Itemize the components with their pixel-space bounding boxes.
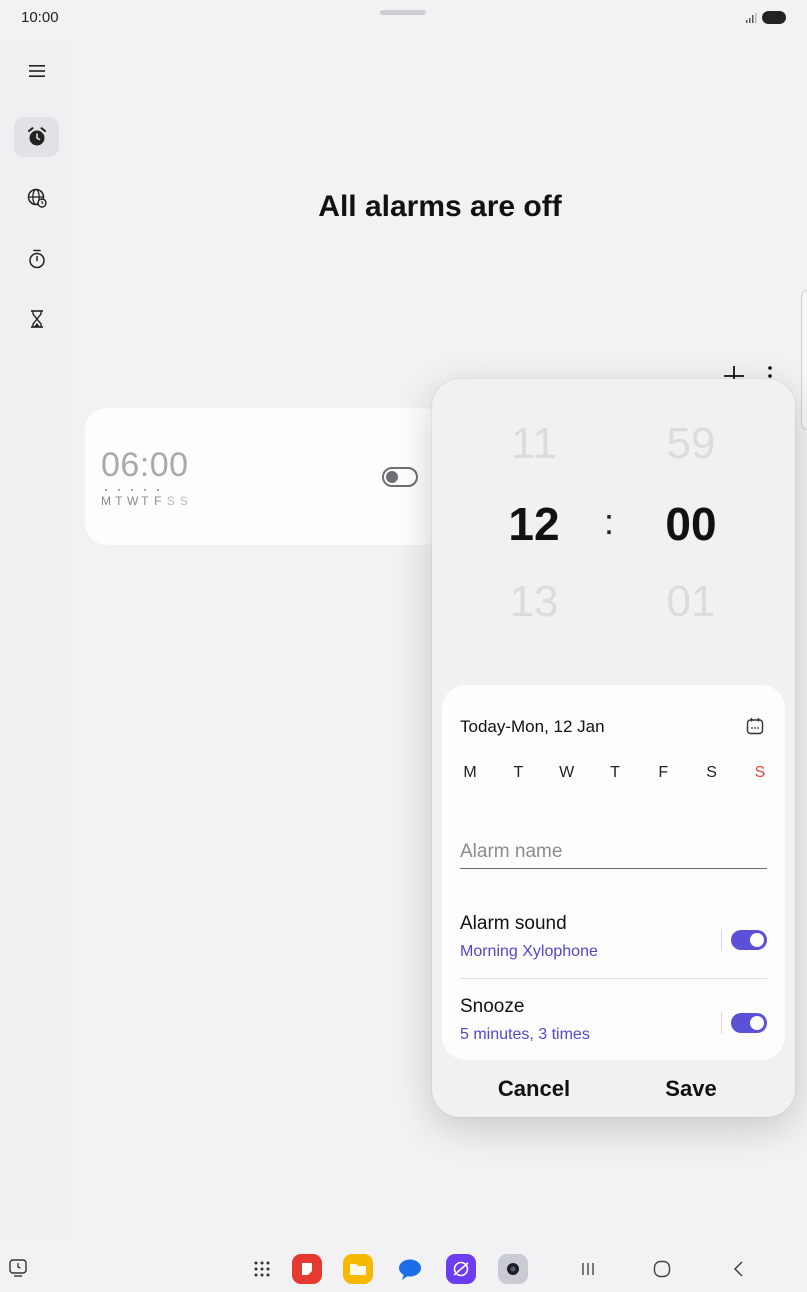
- snooze-toggle[interactable]: [731, 1013, 767, 1033]
- alarm-day: W: [127, 489, 138, 508]
- alarm-sound-toggle[interactable]: [731, 930, 767, 950]
- app-drawer-icon[interactable]: [247, 1254, 277, 1284]
- alarm-day: S: [179, 494, 189, 508]
- weekday-mon[interactable]: M: [460, 764, 480, 782]
- alarm-sound-row[interactable]: Alarm sound Morning Xylophone: [460, 913, 767, 973]
- edge-panel-handle[interactable]: [801, 290, 807, 430]
- divider: [460, 978, 767, 979]
- alarm-day: T: [114, 489, 124, 508]
- calendar-icon[interactable]: [745, 716, 765, 736]
- divider: [721, 929, 722, 951]
- hour-prev[interactable]: 11: [474, 419, 594, 469]
- snooze-value: 5 minutes, 3 times: [460, 1026, 590, 1043]
- weekday-sat[interactable]: S: [702, 764, 722, 782]
- weekday-selector: M T W T F S S: [460, 764, 770, 782]
- alarm-toggle[interactable]: [382, 467, 418, 487]
- notes-app-icon[interactable]: [292, 1254, 322, 1284]
- alarm-sound-title: Alarm sound: [460, 913, 567, 934]
- minute-next[interactable]: 01: [631, 577, 751, 627]
- alarm-editor-sheet: 11 12 13 : 59 00 01 Today-Mon, 12 Jan M …: [432, 379, 795, 1117]
- weekday-wed[interactable]: W: [557, 764, 577, 782]
- rail-item-timer[interactable]: [14, 299, 59, 339]
- weekday-fri[interactable]: F: [653, 764, 673, 782]
- browser-icon[interactable]: [446, 1254, 476, 1284]
- taskbar: [0, 1240, 807, 1292]
- recents-icon[interactable]: [576, 1257, 600, 1281]
- globe-clock-icon: [27, 188, 47, 208]
- weekday-sun[interactable]: S: [750, 764, 770, 782]
- stopwatch-icon: [28, 249, 45, 269]
- signal-icon: [746, 13, 757, 23]
- alarm-repeat-days: M T W T F S S: [101, 489, 189, 508]
- rail-item-stopwatch[interactable]: [14, 239, 59, 279]
- messages-icon[interactable]: [395, 1254, 425, 1284]
- weekday-thu[interactable]: T: [605, 764, 625, 782]
- battery-icon: [762, 11, 786, 24]
- back-icon[interactable]: [727, 1257, 751, 1281]
- hour-next[interactable]: 13: [474, 577, 594, 627]
- snooze-title: Snooze: [460, 996, 525, 1017]
- status-time: 10:00: [21, 9, 59, 26]
- alarm-card[interactable]: 06:00 M T W T F S S: [85, 408, 445, 545]
- date-label: Today-Mon, 12 Jan: [460, 717, 605, 736]
- alarm-day: F: [153, 489, 163, 508]
- time-separator: :: [604, 501, 615, 542]
- page-title: All alarms are off: [318, 190, 562, 223]
- nav-rail: [0, 40, 71, 1240]
- alarm-sound-value: Morning Xylophone: [460, 943, 598, 960]
- rail-item-world-clock[interactable]: [14, 178, 59, 218]
- alarm-time: 06:00: [101, 446, 189, 484]
- alarm-settings-card: Today-Mon, 12 Jan M T W T F S S Alarm so…: [442, 685, 785, 1060]
- weekday-tue[interactable]: T: [508, 764, 528, 782]
- cancel-button[interactable]: Cancel: [459, 1072, 609, 1106]
- menu-icon: [28, 65, 45, 77]
- drag-handle[interactable]: [380, 10, 426, 15]
- alarm-day: M: [101, 489, 111, 508]
- divider: [721, 1012, 722, 1034]
- save-button[interactable]: Save: [616, 1072, 766, 1106]
- alarm-day: T: [140, 489, 150, 508]
- screen-clock-icon[interactable]: [8, 1258, 28, 1278]
- menu-button[interactable]: [14, 51, 59, 91]
- alarm-day: S: [166, 494, 176, 508]
- status-bar: 10:00: [0, 0, 807, 36]
- home-icon[interactable]: [650, 1257, 674, 1281]
- my-files-icon[interactable]: [343, 1254, 373, 1284]
- hour-selected[interactable]: 12: [474, 497, 594, 551]
- rail-item-alarm[interactable]: [14, 117, 59, 157]
- camera-icon[interactable]: [498, 1254, 528, 1284]
- minute-prev[interactable]: 59: [631, 419, 751, 469]
- minute-picker[interactable]: 59 00 01: [631, 379, 751, 659]
- alarm-name-input[interactable]: [460, 835, 767, 869]
- alarm-clock-icon: [27, 127, 46, 146]
- hour-picker[interactable]: 11 12 13: [474, 379, 594, 659]
- hourglass-icon: [30, 310, 43, 328]
- minute-selected[interactable]: 00: [631, 497, 751, 551]
- snooze-row[interactable]: Snooze 5 minutes, 3 times: [460, 996, 767, 1056]
